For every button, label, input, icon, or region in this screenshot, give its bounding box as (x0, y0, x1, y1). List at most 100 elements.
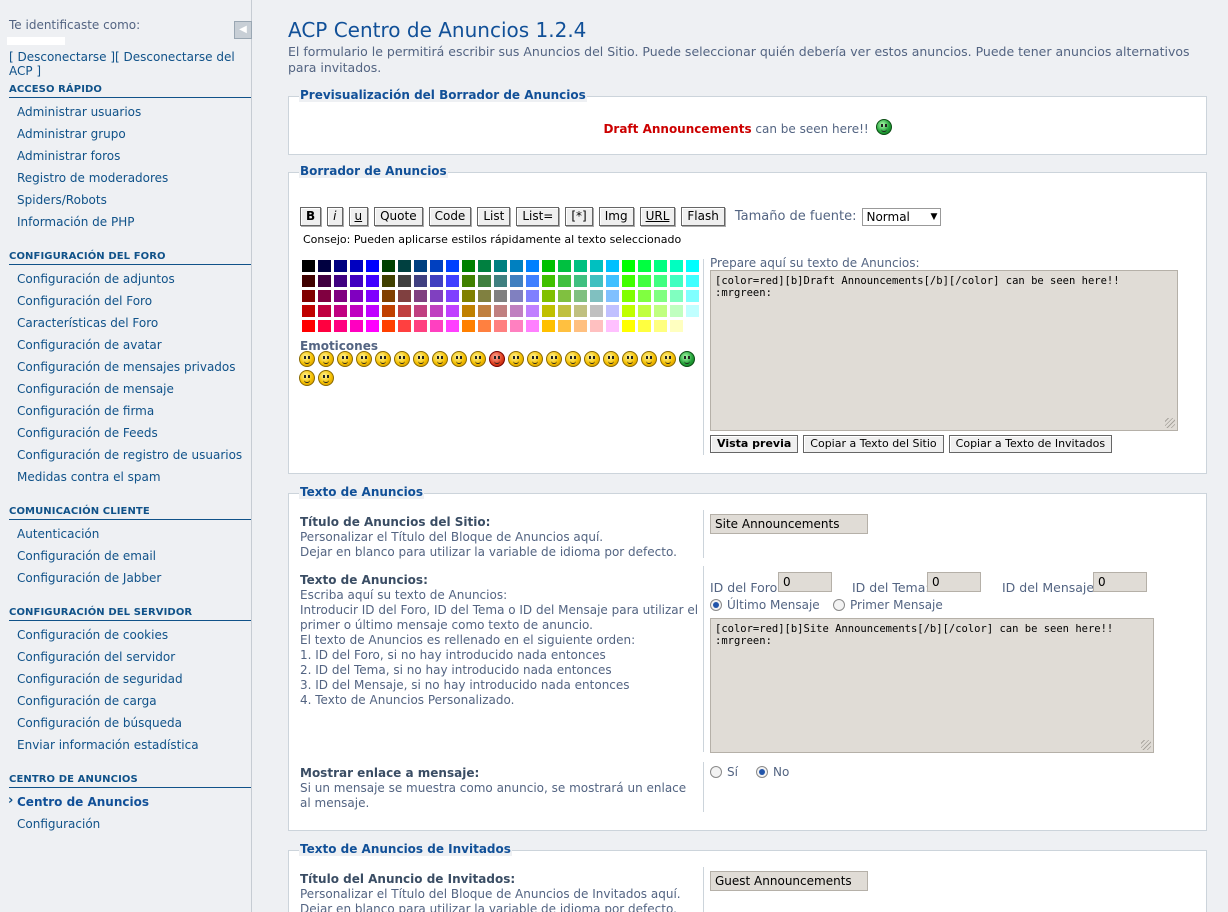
palette-swatch[interactable] (621, 274, 636, 288)
palette-swatch[interactable] (333, 289, 348, 303)
palette-swatch[interactable] (397, 274, 412, 288)
color-palette[interactable] (301, 259, 701, 334)
palette-swatch[interactable] (477, 304, 492, 318)
sidebar-item[interactable]: Medidas contra el spam (9, 469, 251, 491)
palette-swatch[interactable] (413, 319, 428, 333)
palette-swatch[interactable] (669, 259, 684, 273)
smiley-icon[interactable] (508, 351, 524, 367)
palette-swatch[interactable] (349, 259, 364, 273)
palette-swatch[interactable] (605, 259, 620, 273)
smiley-icon[interactable] (622, 351, 638, 367)
list-button[interactable]: List (477, 207, 511, 226)
palette-swatch[interactable] (541, 274, 556, 288)
palette-swatch[interactable] (653, 289, 668, 303)
palette-swatch[interactable] (653, 319, 668, 333)
palette-swatch[interactable] (509, 304, 524, 318)
palette-swatch[interactable] (413, 274, 428, 288)
palette-swatch[interactable] (685, 289, 700, 303)
palette-swatch[interactable] (621, 319, 636, 333)
palette-swatch[interactable] (621, 289, 636, 303)
sidebar-item[interactable]: Spiders/Robots (9, 192, 251, 214)
palette-swatch[interactable] (461, 259, 476, 273)
smiley-icon[interactable] (584, 351, 600, 367)
palette-swatch[interactable] (429, 304, 444, 318)
palette-swatch[interactable] (301, 259, 316, 273)
palette-swatch[interactable] (573, 319, 588, 333)
palette-swatch[interactable] (365, 259, 380, 273)
list-item-button[interactable]: [*] (565, 207, 593, 226)
palette-swatch[interactable] (445, 304, 460, 318)
palette-swatch[interactable] (525, 274, 540, 288)
palette-swatch[interactable] (317, 304, 332, 318)
palette-swatch[interactable] (525, 304, 540, 318)
palette-swatch[interactable] (301, 289, 316, 303)
site-textarea[interactable]: [color=red][b]Site Announcements[/b][/co… (710, 618, 1154, 753)
palette-swatch[interactable] (429, 319, 444, 333)
palette-swatch[interactable] (493, 259, 508, 273)
palette-swatch[interactable] (669, 304, 684, 318)
sidebar-item[interactable]: Configuración de búsqueda (9, 715, 251, 737)
palette-swatch[interactable] (365, 289, 380, 303)
radio-show-link-yes[interactable]: Sí (710, 765, 738, 779)
palette-swatch[interactable] (333, 304, 348, 318)
bold-button[interactable]: B (300, 207, 322, 226)
palette-swatch[interactable] (589, 319, 604, 333)
draft-textarea[interactable]: [color=red][b]Draft Announcements[/b][/c… (710, 270, 1178, 431)
smiley-icon[interactable] (546, 351, 562, 367)
palette-swatch[interactable] (381, 274, 396, 288)
palette-swatch[interactable] (461, 289, 476, 303)
radio-first-post[interactable]: Primer Mensaje (833, 598, 943, 612)
smiley-icon[interactable] (299, 370, 315, 386)
palette-swatch[interactable] (557, 274, 572, 288)
sidebar-item[interactable]: Configuración de avatar (9, 337, 251, 359)
palette-swatch[interactable] (349, 304, 364, 318)
sidebar-item[interactable]: Configuración de registro de usuarios (9, 447, 251, 469)
sidebar-item[interactable]: Configuración de email (9, 548, 251, 570)
palette-swatch[interactable] (573, 304, 588, 318)
palette-swatch[interactable] (397, 259, 412, 273)
palette-swatch[interactable] (509, 259, 524, 273)
palette-swatch[interactable] (573, 259, 588, 273)
palette-swatch[interactable] (557, 289, 572, 303)
palette-swatch[interactable] (397, 304, 412, 318)
palette-swatch[interactable] (461, 319, 476, 333)
palette-swatch[interactable] (685, 274, 700, 288)
site-title-input[interactable]: Site Announcements (710, 514, 868, 534)
palette-swatch[interactable] (477, 289, 492, 303)
palette-swatch[interactable] (541, 319, 556, 333)
palette-swatch[interactable] (429, 274, 444, 288)
smiley-icon[interactable] (375, 351, 391, 367)
palette-swatch[interactable] (301, 274, 316, 288)
resize-grip-icon[interactable] (1141, 740, 1151, 750)
palette-swatch[interactable] (445, 319, 460, 333)
palette-swatch[interactable] (605, 289, 620, 303)
sidebar-item[interactable]: Información de PHP (9, 214, 251, 236)
smiley-icon[interactable] (679, 351, 695, 367)
palette-swatch[interactable] (541, 289, 556, 303)
sidebar-item[interactable]: Características del Foro (9, 315, 251, 337)
forum-id-input[interactable]: 0 (778, 572, 832, 592)
palette-swatch[interactable] (557, 304, 572, 318)
palette-swatch[interactable] (509, 319, 524, 333)
palette-swatch[interactable] (413, 289, 428, 303)
copy-to-site-button[interactable]: Copiar a Texto del Sitio (803, 435, 944, 453)
palette-swatch[interactable] (317, 259, 332, 273)
palette-swatch[interactable] (381, 319, 396, 333)
palette-swatch[interactable] (493, 289, 508, 303)
radio-last-post[interactable]: Último Mensaje (710, 598, 820, 612)
palette-swatch[interactable] (669, 289, 684, 303)
palette-swatch[interactable] (413, 304, 428, 318)
smiley-icon[interactable] (318, 351, 334, 367)
sidebar-item[interactable]: Configuración de mensaje (9, 381, 251, 403)
palette-swatch[interactable] (397, 319, 412, 333)
palette-swatch[interactable] (477, 259, 492, 273)
palette-swatch[interactable] (381, 289, 396, 303)
sidebar-item[interactable]: Configuración de carga (9, 693, 251, 715)
smiley-icon[interactable] (299, 351, 315, 367)
sidebar-item[interactable]: Configuración de seguridad (9, 671, 251, 693)
palette-swatch[interactable] (653, 274, 668, 288)
palette-swatch[interactable] (541, 259, 556, 273)
palette-swatch[interactable] (589, 259, 604, 273)
palette-swatch[interactable] (669, 274, 684, 288)
sidebar-item[interactable]: Registro de moderadores (9, 170, 251, 192)
